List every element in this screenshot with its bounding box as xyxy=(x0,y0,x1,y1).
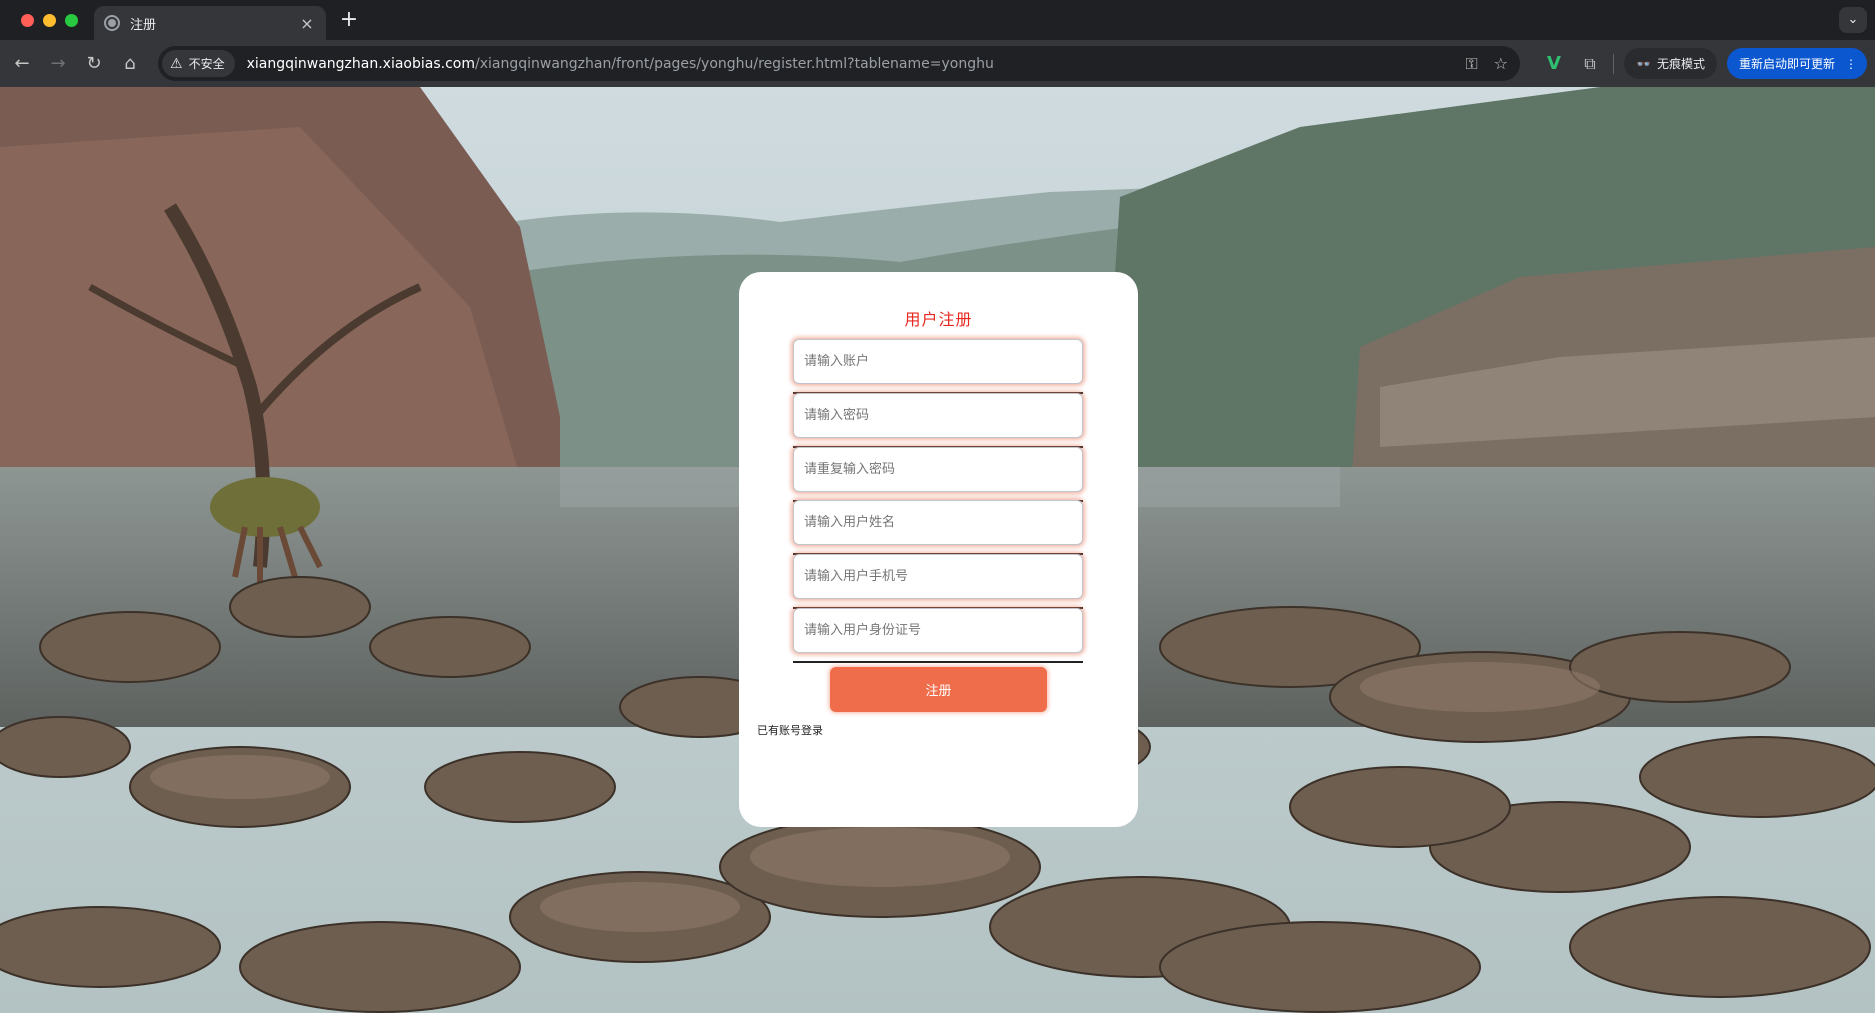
register-title: 用户注册 xyxy=(904,310,973,329)
tab-title: 注册 xyxy=(130,17,157,33)
url-path: /xiangqinwangzhan/front/pages/yonghu/reg… xyxy=(474,55,994,72)
field-divider xyxy=(793,661,1083,663)
globe-icon xyxy=(104,15,120,31)
puzzle-icon[interactable]: ⧉ xyxy=(1577,54,1603,74)
tab-close-icon[interactable]: × xyxy=(298,14,316,33)
security-label: 不安全 xyxy=(188,57,225,71)
incognito-label: 无痕模式 xyxy=(1656,57,1705,71)
window-minimize-button[interactable] xyxy=(43,13,56,27)
forward-button[interactable]: → xyxy=(41,47,75,81)
new-tab-button[interactable]: + xyxy=(336,8,362,34)
incognito-button[interactable]: 👓 无痕模式 xyxy=(1624,48,1717,79)
page-viewport: 用户注册 注册 已有账号登录 xyxy=(0,87,1875,1013)
update-label: 重新启动即可更新 xyxy=(1738,57,1835,71)
security-chip[interactable]: ⚠ 不安全 xyxy=(162,50,235,77)
window-close-button[interactable] xyxy=(21,13,34,27)
back-button[interactable]: ← xyxy=(5,47,39,81)
tab-search-button[interactable]: ⌄ xyxy=(1839,7,1867,33)
register-button[interactable]: 注册 xyxy=(830,667,1047,712)
kebab-menu-icon[interactable]: ⋮ xyxy=(1845,57,1857,71)
warning-icon: ⚠ xyxy=(170,55,183,72)
key-icon[interactable]: ⚿ xyxy=(1465,54,1477,74)
browser-toolbar: ← → ↻ ⌂ ⚠ 不安全 xiangqinwangzhan.xiaobias.… xyxy=(0,40,1875,87)
phone-input[interactable] xyxy=(793,554,1083,599)
password-repeat-input[interactable] xyxy=(793,447,1083,492)
url-host: xiangqinwangzhan.xiaobias.com xyxy=(246,55,475,72)
toolbar-divider xyxy=(1613,53,1615,74)
address-bar[interactable]: ⚠ 不安全 xiangqinwangzhan.xiaobias.com/xian… xyxy=(158,46,1520,81)
window-controls xyxy=(21,13,78,27)
update-button[interactable]: 重新启动即可更新 ⋮ xyxy=(1726,48,1867,79)
url-text[interactable]: xiangqinwangzhan.xiaobias.com/xiangqinwa… xyxy=(247,56,994,72)
user-name-input[interactable] xyxy=(793,500,1083,545)
reload-button[interactable]: ↻ xyxy=(77,47,111,81)
incognito-icon: 👓 xyxy=(1636,56,1651,71)
window-maximize-button[interactable] xyxy=(65,13,78,27)
register-card: 用户注册 注册 已有账号登录 xyxy=(739,272,1138,827)
browser-tab-bar: 注册 × + ⌄ xyxy=(0,0,1875,40)
home-button[interactable]: ⌂ xyxy=(113,47,147,81)
account-input[interactable] xyxy=(793,339,1083,384)
login-link[interactable]: 已有账号登录 xyxy=(757,722,823,738)
id-card-input[interactable] xyxy=(793,608,1083,653)
password-input[interactable] xyxy=(793,393,1083,438)
v-extension-icon[interactable]: V xyxy=(1541,53,1567,74)
star-icon[interactable]: ☆ xyxy=(1494,54,1508,73)
browser-tab[interactable]: 注册 × xyxy=(94,6,326,40)
